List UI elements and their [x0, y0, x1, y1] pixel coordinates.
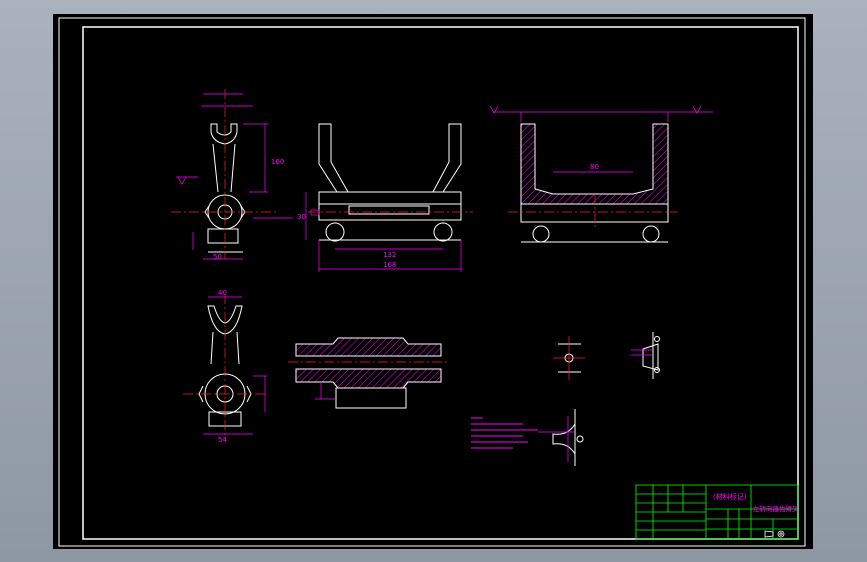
outer-border [58, 17, 806, 547]
dim-side-label: 30 [297, 213, 306, 221]
detail-view-c-dims [538, 416, 575, 462]
dim-inner-label: 132 [383, 251, 396, 259]
view-top-arm-dims [203, 296, 267, 435]
inner-border [82, 26, 799, 540]
view-section-fork [520, 123, 669, 243]
projection-symbol [764, 530, 785, 538]
dim-total-label: 168 [383, 261, 396, 269]
dim-bottom-label: 54 [218, 436, 227, 444]
view-side-fork [318, 123, 462, 242]
detail-view-a-center [553, 336, 585, 380]
view-front-arm-dims [176, 93, 293, 260]
view-shaft-section [295, 337, 442, 409]
drawing-viewport[interactable]: 160 50 132 168 30 80 40 54 (材料标记) 左转向器齿臂… [53, 14, 813, 549]
technical-notes [471, 417, 538, 449]
dim-width-label: 50 [213, 253, 222, 261]
dim-top-label: 40 [218, 289, 227, 297]
view-top-arm-centerlines [183, 294, 268, 439]
detail-view-b-dims [631, 349, 653, 356]
cad-drawing-sheet: 160 50 132 168 30 80 40 54 (材料标记) 左转向器齿臂… [58, 17, 806, 547]
view-shaft-dims [315, 382, 335, 400]
dim-section-label: 80 [590, 163, 599, 171]
title-part-name: 左转向器齿臂叉 [753, 504, 799, 513]
title-material: (材料标记) [713, 492, 747, 501]
view-front-arm-centerlines [171, 89, 278, 259]
dim-height-label: 160 [271, 158, 284, 166]
detail-view-b [642, 332, 660, 379]
